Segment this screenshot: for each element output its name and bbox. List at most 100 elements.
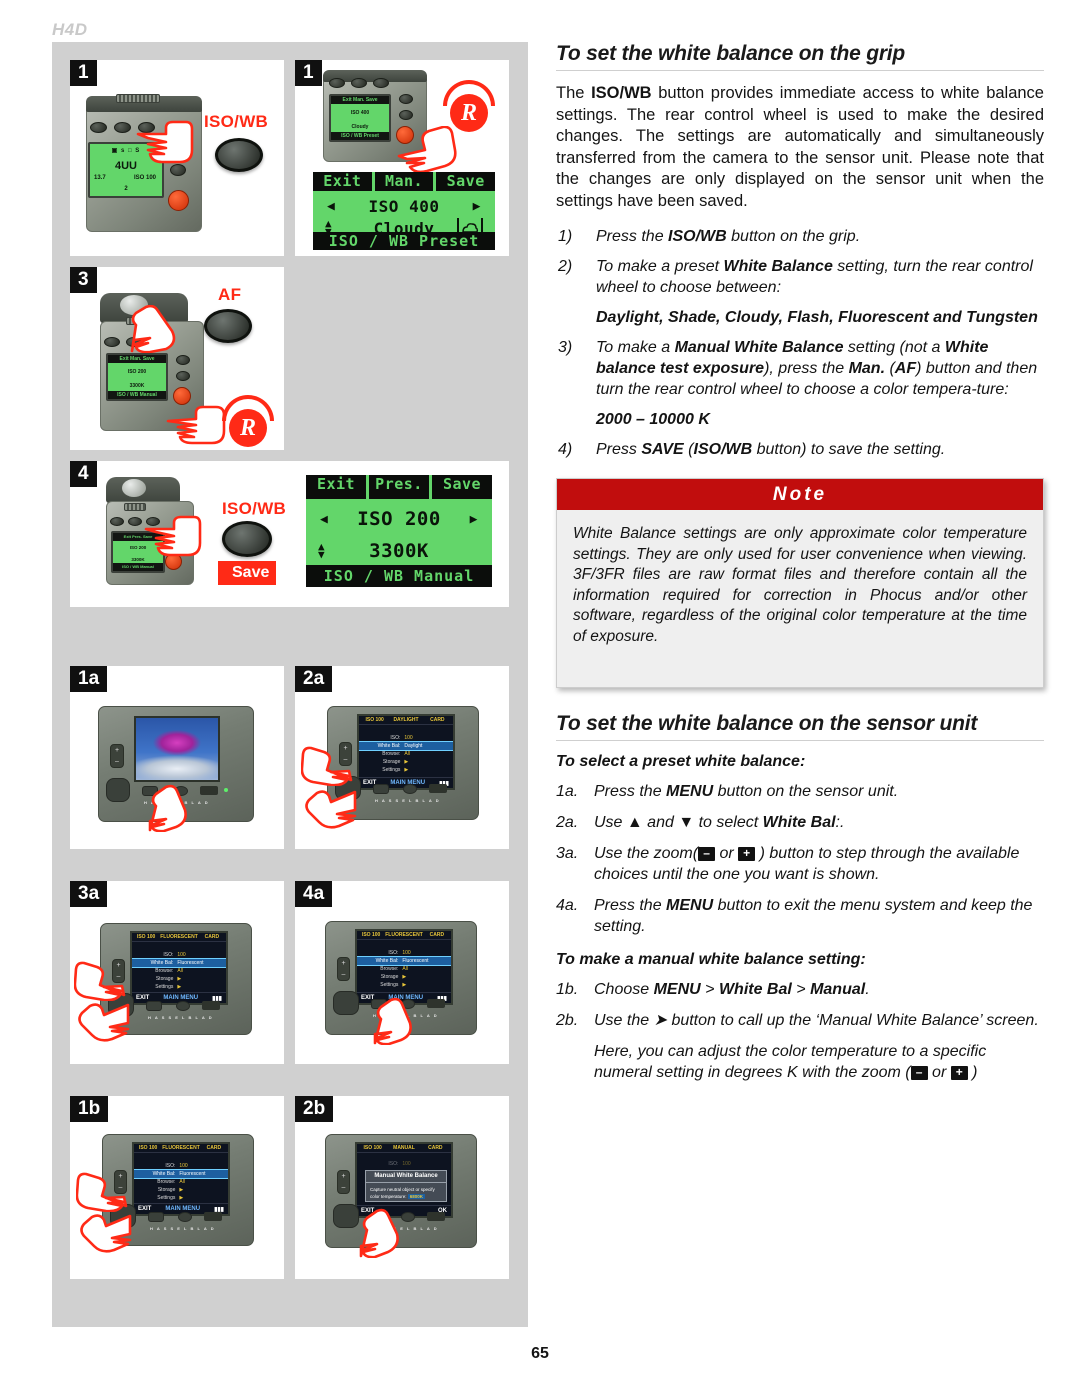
step-number: 2)	[558, 258, 573, 275]
info-button[interactable]	[403, 784, 417, 794]
menu-row-browse[interactable]: Browse: All	[359, 750, 453, 758]
zoom-rocker-button[interactable]: + –	[339, 742, 352, 766]
menu-value: 100	[179, 1163, 188, 1169]
menu-key: Storage	[157, 1187, 176, 1193]
step-badge: 2b	[295, 1096, 334, 1122]
menu-row-settings[interactable]: Settings ▶	[132, 983, 226, 991]
screen-media-status: CARD	[430, 717, 445, 723]
menu-row-white-bal[interactable]: White Bal: Fluorescent	[134, 1169, 228, 1179]
chevron-left-icon: ◀	[320, 511, 329, 527]
control-wheel-knurl-icon	[124, 503, 146, 511]
lcd-value-main: 4UU	[114, 160, 137, 172]
iso-wb-button-callout-icon	[215, 138, 263, 172]
figure-panel-1: 1 ▣ s □ S 4UU 13.7 ISO 100 2 ISO/WB	[70, 60, 284, 256]
lcd-callout-manual: Exit Pres. Save ◀ ISO 200 ▶ ▲ ▼ 3300K ISO…	[306, 475, 492, 587]
menu-key: Browse:	[380, 966, 399, 972]
zoom-in-icon: +	[116, 962, 121, 969]
screen-iso-status: ISO 100	[136, 934, 156, 940]
lcd-kelvin-value: 3300K	[369, 540, 429, 562]
step-text: Here, you can adjust the color temperatu…	[594, 1043, 987, 1081]
zoom-rocker-button[interactable]: + –	[337, 1170, 350, 1194]
step-number: 1b.	[556, 981, 579, 998]
step-number: 4a.	[556, 897, 579, 914]
zoom-in-icon: +	[341, 960, 346, 967]
menu-row-settings[interactable]: Settings ▶	[134, 1194, 228, 1202]
menu-key: ISO:	[390, 735, 401, 741]
subheading-preset: To select a preset white balance:	[556, 753, 806, 770]
zoom-rocker-button[interactable]: + –	[337, 957, 350, 981]
figure-panel-4a: 4a ISO 100 FLUORESCENT CARD ISO: 100 Whit…	[295, 881, 509, 1064]
intro-paragraph: The ISO/WB button provides immediate acc…	[556, 84, 1044, 210]
zoom-in-icon: +	[118, 1173, 123, 1180]
info-button[interactable]	[176, 1001, 190, 1011]
menu-row-iso[interactable]: ISO: 100	[134, 1162, 228, 1170]
screen-iso-status: ISO 100	[365, 717, 384, 723]
lcd-iso-row: ◀ ISO 200 ▶	[306, 503, 492, 535]
menu-row-storage[interactable]: Storage ▶	[134, 1186, 228, 1194]
menu-value: Daylight	[404, 743, 423, 749]
menu-row-storage[interactable]: Storage ▶	[132, 975, 226, 983]
menu-row-iso[interactable]: ISO: 100	[132, 951, 226, 959]
flash-button-icon	[90, 122, 107, 133]
menu-row-white-bal[interactable]: White Bal: Daylight	[359, 741, 453, 751]
screen-menu-list: ISO: 100 White Bal: Fluorescent Browse: All…	[132, 951, 226, 991]
screen-iso-status: ISO 100	[138, 1145, 158, 1151]
info-button[interactable]	[174, 786, 188, 796]
zoom-rocker-button[interactable]: + –	[114, 1170, 127, 1194]
navigation-pad[interactable]	[333, 991, 359, 1015]
menu-key: Settings	[155, 984, 174, 990]
info-button[interactable]	[401, 999, 415, 1009]
menu-button-icon	[399, 94, 413, 104]
menu-button[interactable]	[371, 999, 387, 1009]
menu-row-iso[interactable]: ISO: 100	[359, 734, 453, 742]
step-text: Press the MENU button to exit the menu s…	[594, 897, 1033, 935]
note-title: Note	[557, 479, 1043, 510]
menu-button[interactable]	[373, 784, 389, 794]
menu-key: Settings	[380, 982, 399, 988]
navigation-pad[interactable]	[110, 1204, 136, 1228]
menu-key: Browse:	[157, 1179, 176, 1185]
screen-iso-status: ISO 100	[363, 1145, 382, 1151]
menu-button[interactable]	[371, 1212, 387, 1222]
flash-button-icon	[104, 337, 120, 347]
brand-wordmark: H A S S E L B L A D	[373, 1013, 439, 1018]
menu-button[interactable]	[146, 1001, 162, 1011]
menu-row-iso[interactable]: ISO: 100	[357, 949, 451, 957]
af-button-icon	[351, 78, 367, 88]
step-item: 4) Press SAVE (ISO/WB button) to save th…	[556, 439, 1044, 460]
navigation-pad[interactable]	[108, 993, 134, 1017]
zoom-rocker-button[interactable]: + –	[112, 959, 125, 983]
lcd-top-tabs: Exit Pres. Save	[306, 475, 492, 499]
step-badge: 3	[70, 267, 97, 293]
menu-row-settings[interactable]: Settings ▶	[357, 981, 451, 989]
status-leds-icon	[200, 786, 218, 795]
navigation-pad[interactable]	[106, 778, 130, 802]
screen-media-status: CARD	[428, 1145, 443, 1151]
menu-key: White Bal:	[375, 958, 399, 964]
menu-value: 100	[177, 952, 186, 958]
navigation-pad[interactable]	[335, 776, 361, 800]
lcd-tab-save: Save	[446, 172, 485, 190]
heading-rule	[556, 70, 1044, 71]
menu-row-white-bal[interactable]: White Bal: Fluorescent	[132, 958, 226, 968]
menu-row-settings[interactable]: Settings ▶	[359, 766, 453, 774]
navigation-pad[interactable]	[333, 1204, 359, 1228]
flower-thumbnail-icon	[134, 716, 220, 782]
info-button[interactable]	[178, 1212, 192, 1222]
info-button[interactable]	[401, 1212, 415, 1222]
menu-row-browse[interactable]: Browse: All	[357, 965, 451, 973]
dialog-kelvin-value[interactable]: 6800K	[407, 1194, 426, 1199]
menu-button[interactable]	[148, 1212, 164, 1222]
menu-button[interactable]	[142, 786, 158, 796]
menu-value: ▶	[404, 759, 409, 765]
menu-row-storage[interactable]: Storage ▶	[357, 973, 451, 981]
save-badge: Save	[218, 561, 276, 585]
menu-row-storage[interactable]: Storage ▶	[359, 758, 453, 766]
menu-row-browse[interactable]: Browse: All	[132, 967, 226, 975]
step-text: Use the zoom(– or + ) button to step thr…	[594, 845, 1020, 883]
zoom-rocker-button[interactable]: + –	[110, 744, 124, 768]
brand-wordmark: H A S S E L B L A D	[144, 800, 210, 805]
step-badge: 1	[70, 60, 97, 86]
menu-row-browse[interactable]: Browse: All	[134, 1178, 228, 1186]
menu-row-white-bal[interactable]: White Bal: Fluorescent	[357, 956, 451, 966]
